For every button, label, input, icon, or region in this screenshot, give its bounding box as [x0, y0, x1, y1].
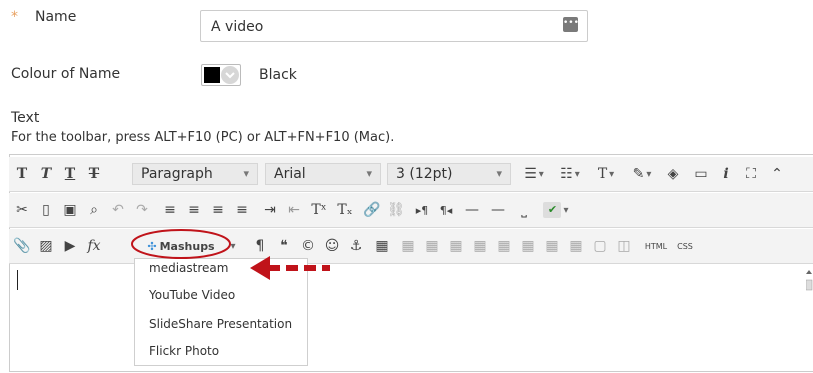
justify-icon[interactable]: ≡ [231, 193, 253, 227]
anchor-icon[interactable]: ⚓ [345, 229, 367, 263]
name-input[interactable]: A video [200, 10, 588, 42]
horizontal-rule-icon[interactable]: — [461, 193, 483, 227]
paste-icon[interactable]: ▣ [59, 193, 81, 227]
eraser-icon[interactable]: ◈ [661, 157, 685, 191]
underline-icon[interactable]: T [59, 157, 81, 191]
emoticon-icon[interactable]: ☺ [321, 229, 343, 263]
colour-picker[interactable] [201, 64, 241, 86]
required-asterisk: * [11, 9, 18, 25]
spellcheck-icon[interactable]: ✔ ▾ [539, 193, 573, 227]
collapse-icon[interactable]: ⌃ [765, 157, 789, 191]
mashups-menu-item-flickr[interactable]: Flickr Photo [149, 344, 219, 358]
attachment-icon[interactable]: 📎 [11, 229, 33, 263]
indent-icon[interactable]: ⇥ [259, 193, 281, 227]
name-input-value: A video [211, 19, 264, 35]
chevron-down-icon [221, 66, 239, 84]
toolbar-hint: For the toolbar, press ALT+F10 (PC) or A… [11, 130, 395, 145]
ltr-icon[interactable]: ▸¶ [411, 193, 433, 227]
colour-value: Black [259, 67, 297, 83]
table-icon[interactable]: ▦ [371, 229, 393, 263]
preview-icon[interactable]: ▭ [689, 157, 713, 191]
table-col-delete-icon[interactable]: ▦ [517, 229, 539, 263]
mashups-menu-item-mediastream[interactable]: mediastream [149, 261, 228, 275]
em-dash-icon[interactable]: — [487, 193, 509, 227]
table-merge-icon[interactable]: ▦ [565, 229, 587, 263]
unlink-icon[interactable]: ⛓ [385, 193, 407, 227]
toolbar-row-1: T T T T Paragraph ▾ Arial ▾ 3 (12pt) ▾ ☰ ▾ ☷… [9, 157, 813, 192]
mashups-label: Mashups [159, 239, 215, 253]
strikethrough-icon[interactable]: T [83, 157, 105, 191]
font-select[interactable]: Arial ▾ [265, 163, 381, 185]
bold-icon[interactable]: T [11, 157, 33, 191]
font-select-value: Arial [274, 166, 306, 182]
info-icon[interactable]: i [715, 157, 737, 191]
undo-icon[interactable]: ↶ [107, 193, 129, 227]
toolbar-row-3: 📎 ▨ ▶ fx ✣ Mashups ▾ ¶ ❝ © ☺ ⚓ ▦ ▦ ▦ ▦ ▦ … [9, 229, 813, 264]
colour-swatch [204, 67, 220, 83]
table-col-before-icon[interactable]: ▦ [469, 229, 491, 263]
highlight-icon[interactable]: ✎ ▾ [625, 157, 659, 191]
redo-icon[interactable]: ↷ [131, 193, 153, 227]
text-color-icon[interactable]: T ▾ [589, 157, 623, 191]
css-label: CSS [677, 241, 693, 251]
copy-icon[interactable]: ▯ [35, 193, 57, 227]
format-select[interactable]: Paragraph ▾ [132, 163, 258, 185]
colour-label: Colour of Name [11, 66, 121, 82]
find-icon[interactable]: ⌕ [83, 193, 105, 227]
css-button[interactable]: CSS [673, 229, 697, 263]
name-label: Name [35, 9, 77, 25]
format-select-value: Paragraph [141, 166, 213, 182]
size-select[interactable]: 3 (12pt) ▾ [387, 163, 511, 185]
mashups-menu-item-youtube[interactable]: YouTube Video [149, 288, 235, 302]
text-cursor [17, 270, 18, 290]
rtl-icon[interactable]: ¶◂ [435, 193, 457, 227]
html-label: HTML [644, 241, 668, 251]
table-props-icon[interactable]: ◫ [613, 229, 635, 263]
fullscreen-icon[interactable]: ⛶ [739, 157, 763, 191]
superscript-icon[interactable]: Tˣ [307, 193, 331, 227]
table-cell-props-icon[interactable]: ▦ [541, 229, 563, 263]
text-label: Text [11, 110, 40, 126]
table-split-icon[interactable]: ▢ [589, 229, 611, 263]
media-icon[interactable]: ▶ [59, 229, 81, 263]
outdent-icon[interactable]: ⇤ [283, 193, 305, 227]
toolbar-row-2: ✂ ▯ ▣ ⌕ ↶ ↷ ≡ ≡ ≡ ≡ ⇥ ⇤ Tˣ Tₓ 🔗 ⛓ ▸¶ ¶◂ … [9, 193, 813, 228]
table-row-after-icon[interactable]: ▦ [421, 229, 443, 263]
mashups-icon: ✣ [147, 239, 157, 253]
align-left-icon[interactable]: ≡ [159, 193, 181, 227]
cut-icon[interactable]: ✂ [11, 193, 33, 227]
table-row-before-icon[interactable]: ▦ [397, 229, 419, 263]
italic-icon[interactable]: T [35, 157, 57, 191]
align-center-icon[interactable]: ≡ [183, 193, 205, 227]
table-col-after-icon[interactable]: ▦ [493, 229, 515, 263]
formula-icon[interactable]: fx [83, 229, 105, 263]
subscript-icon[interactable]: Tₓ [333, 193, 357, 227]
ellipsis-icon[interactable]: ••• [563, 17, 579, 32]
table-row-delete-icon[interactable]: ▦ [445, 229, 467, 263]
editor-scrollbar[interactable] [805, 264, 813, 369]
bullet-list-icon[interactable]: ☰ ▾ [517, 157, 551, 191]
nonbreaking-space-icon[interactable]: ⎵ [513, 193, 535, 227]
link-icon[interactable]: 🔗 [361, 193, 383, 227]
size-select-value: 3 (12pt) [396, 166, 453, 182]
mashups-menu-item-slideshare[interactable]: SlideShare Presentation [149, 317, 292, 331]
numbered-list-icon[interactable]: ☷ ▾ [553, 157, 587, 191]
align-right-icon[interactable]: ≡ [207, 193, 229, 227]
image-icon[interactable]: ▨ [35, 229, 57, 263]
html-button[interactable]: HTML [639, 229, 673, 263]
mashups-menu: mediastream YouTube Video SlideShare Pre… [134, 258, 308, 366]
